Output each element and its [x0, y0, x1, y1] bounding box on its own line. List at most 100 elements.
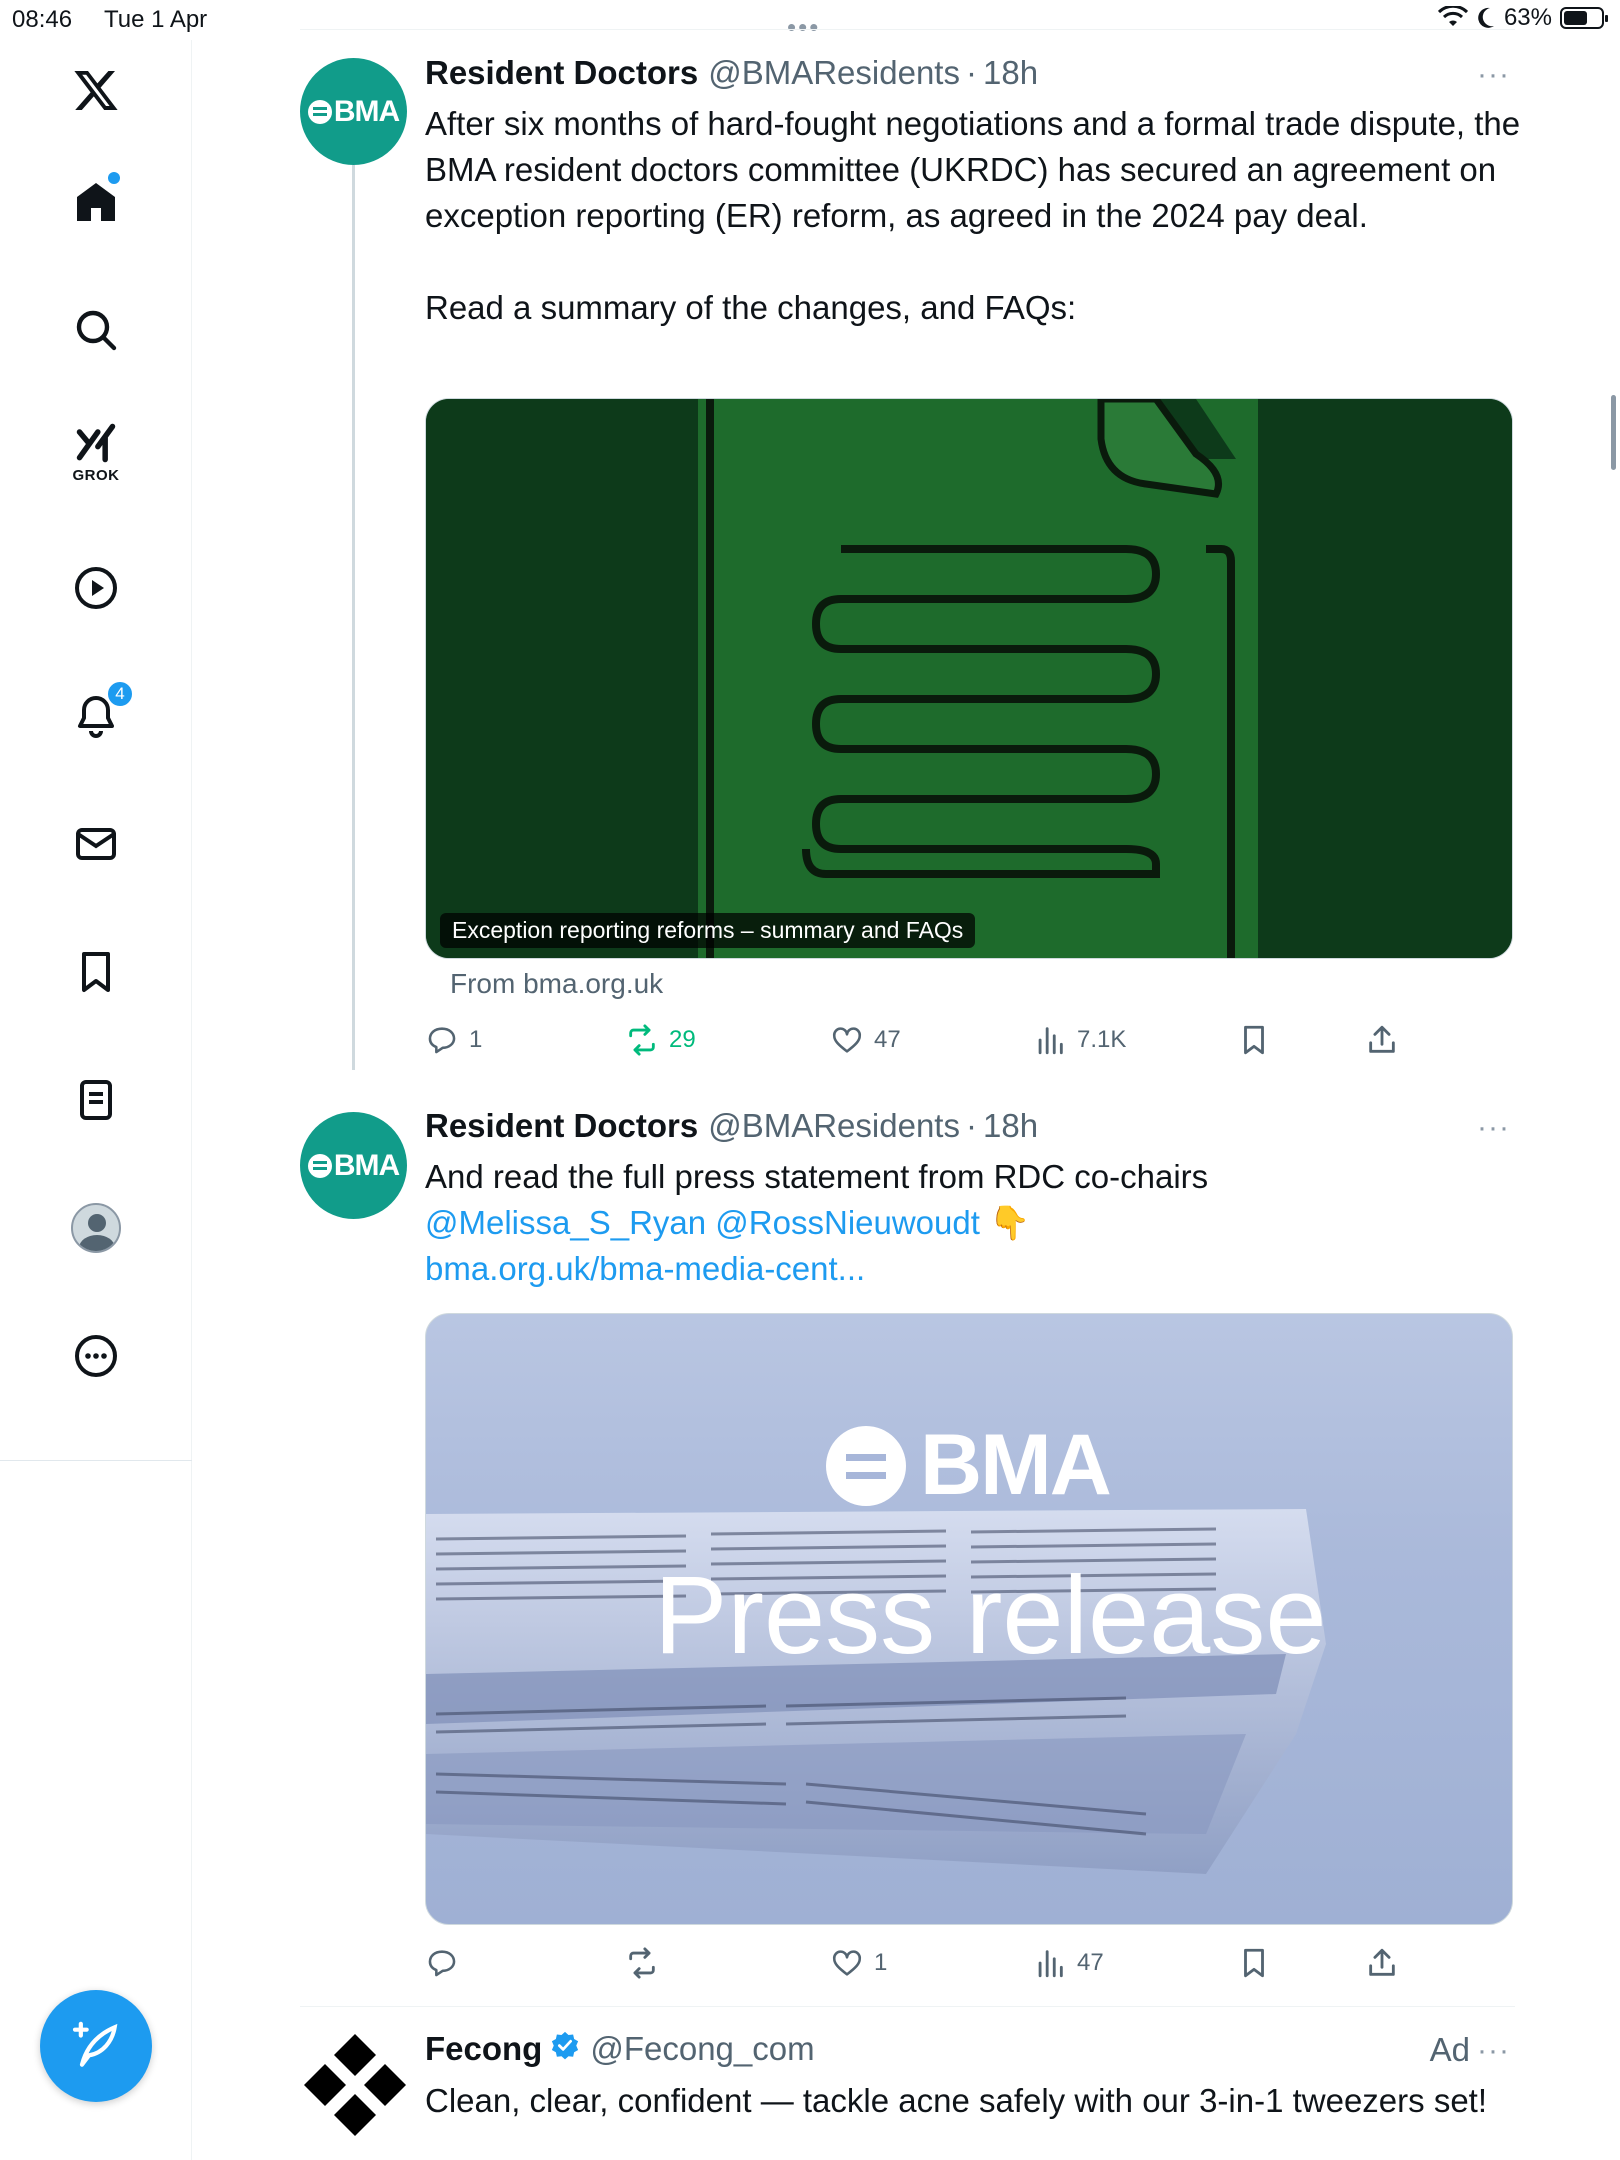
bookmark-icon [1244, 1025, 1264, 1055]
tweet-avatar[interactable]: BMA [300, 1112, 407, 1219]
video-icon [75, 567, 117, 609]
share-icon [1369, 1025, 1395, 1053]
press-card-logo: BMA [920, 1417, 1112, 1513]
lists-icon[interactable] [56, 1060, 136, 1140]
status-time: 08:46 [12, 6, 73, 33]
press-card-title: Press release [654, 1554, 1327, 1677]
tweet-author-name[interactable]: Resident Doctors [425, 54, 698, 92]
bookmarks-icon[interactable] [56, 932, 136, 1012]
sidebar: GROK 4 [0, 40, 192, 2160]
repost-icon [629, 1024, 655, 1056]
link-card-image[interactable]: Exception reporting reforms – summary an… [425, 398, 1513, 959]
verified-badge-icon [552, 2031, 579, 2060]
tweet-actions: 1 29 47 7.1K [425, 1023, 1515, 1067]
home-icon[interactable] [56, 162, 136, 242]
video-icon[interactable] [56, 548, 136, 628]
share-button[interactable] [1365, 1946, 1399, 1980]
bookmark-button[interactable] [1237, 1946, 1271, 1980]
battery-level [1564, 11, 1587, 25]
sidebar-divider [0, 1460, 192, 1461]
reply-button[interactable]: 1 [425, 1023, 482, 1057]
grok-nav[interactable]: GROK [56, 412, 136, 492]
tweet-author-handle[interactable]: @BMAResidents [708, 1107, 960, 1145]
tweet-author-handle[interactable]: @Fecong_com [590, 2030, 814, 2068]
search-icon [76, 310, 117, 351]
bookmark-button[interactable] [1237, 1023, 1271, 1057]
scrollbar[interactable] [1611, 395, 1616, 470]
tweet-more-icon[interactable]: ··· [1477, 2034, 1510, 2068]
home-icon [77, 183, 115, 221]
tweet-timestamp[interactable]: 18h [983, 1107, 1038, 1145]
grok-label: GROK [72, 466, 120, 484]
more-icon[interactable] [56, 1316, 136, 1396]
profile-avatar[interactable] [56, 1188, 136, 1268]
analytics-icon [1038, 1027, 1063, 1055]
tweet-timestamp[interactable]: 18h [983, 54, 1038, 92]
moon-icon [1478, 7, 1494, 28]
tweet-text: And read the full press statement from R… [425, 1154, 1525, 1292]
bookmark-icon [1244, 1948, 1264, 1978]
mail-icon [76, 828, 116, 860]
tweet-text: After six months of hard-fought negotiat… [425, 105, 1521, 326]
tweet-more-icon[interactable]: ··· [1477, 1111, 1510, 1145]
tweet-divider [300, 2006, 1515, 2007]
avatar-text: BMA [333, 1148, 400, 1182]
top-divider [300, 29, 1515, 30]
repost-count: 29 [669, 1026, 696, 1053]
avatar-text: BMA [333, 94, 400, 128]
status-bar: 08:46 Tue 1 Apr ••• 63% [0, 0, 1620, 43]
thread-connector [352, 165, 355, 1070]
notifications-badge: 4 [106, 680, 134, 708]
mention-link[interactable]: @RossNieuwoudt [715, 1204, 980, 1241]
like-button[interactable]: 47 [830, 1023, 901, 1057]
bma-logo-icon [307, 99, 332, 124]
advertiser-avatar[interactable] [300, 2030, 410, 2140]
tweet-author-handle[interactable]: @BMAResidents [708, 54, 960, 92]
url-link[interactable]: bma.org.uk/bma-media-cent... [425, 1250, 865, 1287]
views-count: 47 [1077, 1949, 1104, 1976]
battery-percent: 63% [1503, 4, 1552, 31]
messages-icon[interactable] [56, 804, 136, 884]
wifi-icon [1437, 6, 1468, 26]
views-button[interactable]: 47 [1033, 1946, 1104, 1980]
profile-avatar-icon [71, 1203, 121, 1253]
notifications-icon[interactable]: 4 [56, 676, 136, 756]
views-button[interactable]: 7.1K [1033, 1023, 1126, 1057]
pointing-down-emoji: 👇 [989, 1204, 1031, 1241]
tweet-author-name[interactable]: Resident Doctors [425, 1107, 698, 1145]
share-icon [1369, 1948, 1395, 1976]
status-indicators: 63% [1437, 4, 1608, 32]
tweet-avatar[interactable]: BMA [300, 58, 407, 165]
tweet-more-icon[interactable]: ··· [1477, 58, 1510, 92]
compose-button[interactable] [40, 1990, 152, 2102]
multitasking-dots-icon[interactable]: ••• [787, 12, 820, 43]
x-logo-icon[interactable] [56, 50, 136, 130]
tweet-header: Resident Doctors @BMAResidents · 18h [425, 54, 1038, 92]
status-date: Tue 1 Apr [104, 6, 208, 33]
tweet-separator: · [965, 1107, 977, 1144]
share-button[interactable] [1365, 1023, 1399, 1057]
like-count: 47 [874, 1026, 901, 1053]
heart-icon [832, 1027, 862, 1053]
press-release-image[interactable]: BMA Press release [425, 1313, 1513, 1925]
more-circle-icon [75, 1335, 117, 1377]
fecong-logo-icon [304, 2034, 406, 2136]
tweet-actions: 1 47 [425, 1946, 1515, 1990]
repost-button[interactable] [625, 1946, 669, 1980]
mention-link[interactable]: @Melissa_S_Ryan [425, 1204, 706, 1241]
x-logo-icon [74, 71, 118, 110]
analytics-icon [1038, 1950, 1063, 1978]
like-button[interactable]: 1 [830, 1946, 887, 1980]
reply-count: 1 [469, 1026, 483, 1053]
search-icon[interactable] [56, 290, 136, 370]
repost-button[interactable]: 29 [625, 1023, 696, 1057]
list-icon [80, 1080, 112, 1120]
card-source[interactable]: From bma.org.uk [450, 968, 663, 1000]
tweet-separator: · [965, 54, 977, 91]
tweet-author-name[interactable]: Fecong [425, 2030, 542, 2068]
reply-icon [428, 1950, 456, 1977]
battery-icon [1560, 7, 1608, 29]
tweet-header: Fecong @Fecong_com [425, 2030, 815, 2068]
reply-button[interactable] [425, 1946, 469, 1980]
card-caption: Exception reporting reforms – summary an… [440, 913, 976, 948]
